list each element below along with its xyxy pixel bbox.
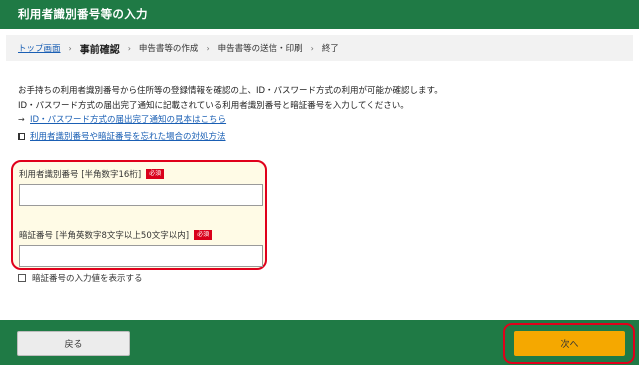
back-button[interactable]: 戻る bbox=[17, 331, 130, 356]
breadcrumb-separator-icon: › bbox=[310, 43, 314, 53]
breadcrumb-top-link[interactable]: トップ画面 bbox=[18, 42, 61, 54]
user-id-input[interactable] bbox=[19, 184, 263, 206]
breadcrumb-separator-icon: › bbox=[127, 43, 131, 53]
sample-notice-link[interactable]: ID・パスワード方式の届出完了通知の見本はこちら bbox=[30, 113, 226, 125]
forgot-credentials-link[interactable]: 利用者識別番号や暗証番号を忘れた場合の対処方法 bbox=[30, 130, 226, 142]
page-title: 利用者識別番号等の入力 bbox=[18, 7, 148, 21]
intro-line: ID・パスワード方式の届出完了通知に記載されている利用者識別番号と暗証番号を入力… bbox=[18, 101, 409, 111]
header-bar: 利用者識別番号等の入力 bbox=[0, 0, 639, 29]
user-id-label: 利用者識別番号 [半角数字16桁] bbox=[19, 170, 142, 180]
credentials-form: 利用者識別番号 [半角数字16桁] 必須 暗証番号 [半角英数字8文字以上50文… bbox=[11, 160, 267, 270]
breadcrumb: トップ画面 › 事前確認 › 申告書等の作成 › 申告書等の送信・印刷 › 終了 bbox=[6, 35, 633, 61]
user-id-label-row: 利用者識別番号 [半角数字16桁] 必須 bbox=[19, 168, 165, 180]
breadcrumb-separator-icon: › bbox=[68, 43, 72, 53]
breadcrumb-step: 申告書等の作成 bbox=[138, 44, 199, 54]
breadcrumb-separator-icon: › bbox=[206, 43, 210, 53]
required-badge: 必須 bbox=[146, 169, 165, 179]
required-badge: 必須 bbox=[194, 230, 213, 240]
arrow-right-icon: → bbox=[18, 114, 25, 124]
next-button[interactable]: 次へ bbox=[514, 331, 625, 356]
breadcrumb-step: 申告書等の送信・印刷 bbox=[217, 44, 303, 54]
show-password-checkbox[interactable] bbox=[18, 274, 26, 282]
sample-link-row: → ID・パスワード方式の届出完了通知の見本はこちら bbox=[18, 113, 226, 126]
password-input[interactable] bbox=[19, 245, 263, 267]
password-label: 暗証番号 [半角英数字8文字以上50文字以内] bbox=[19, 231, 190, 241]
intro-line: お手持ちの利用者識別番号から住所等の登録情報を確認の上、ID・パスワード方式の利… bbox=[18, 86, 443, 96]
intro-text: お手持ちの利用者識別番号から住所等の登録情報を確認の上、ID・パスワード方式の利… bbox=[18, 84, 443, 114]
footer-bar: 戻る 次へ bbox=[0, 320, 639, 365]
show-password-label[interactable]: 暗証番号の入力値を表示する bbox=[32, 272, 143, 284]
breadcrumb-current-step: 事前確認 bbox=[79, 44, 120, 56]
next-button-highlight: 次へ bbox=[503, 323, 635, 364]
forgot-link-row: 利用者識別番号や暗証番号を忘れた場合の対処方法 bbox=[18, 130, 226, 142]
show-password-row: 暗証番号の入力値を表示する bbox=[18, 272, 143, 284]
breadcrumb-step: 終了 bbox=[321, 44, 339, 54]
document-icon bbox=[18, 132, 25, 140]
password-label-row: 暗証番号 [半角英数字8文字以上50文字以内] 必須 bbox=[19, 229, 213, 241]
